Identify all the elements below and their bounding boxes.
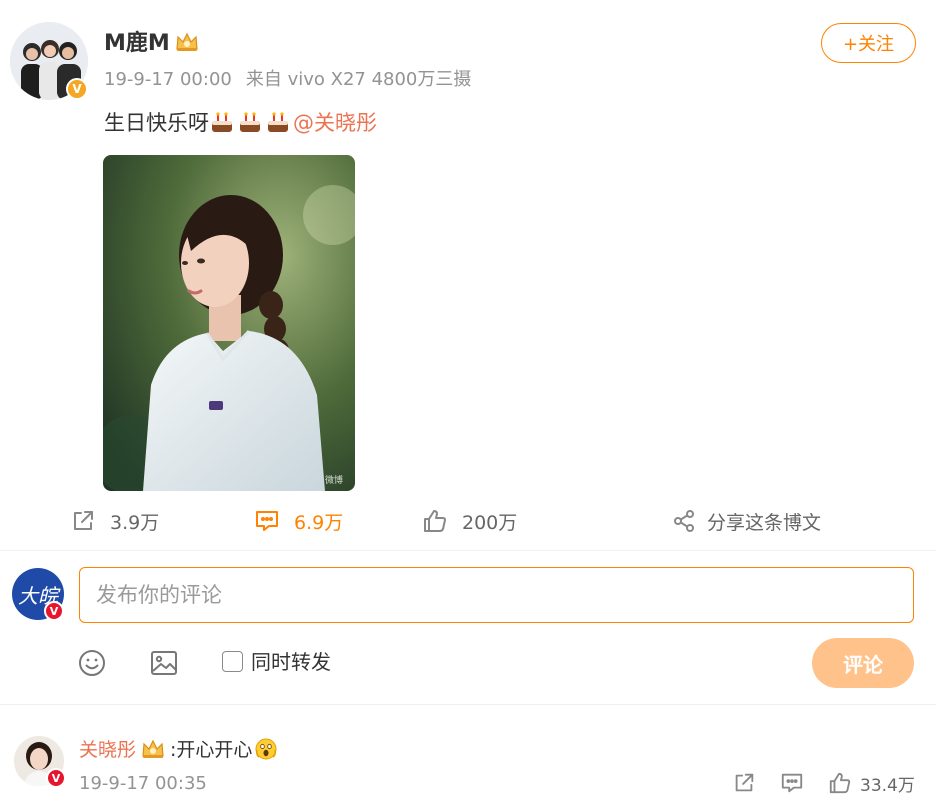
photo-watermark: 微博 (325, 474, 343, 486)
mention-link[interactable]: @关晓彤 (293, 111, 377, 135)
comment-count: 6.9万 (294, 511, 344, 534)
poster-name-row[interactable]: M鹿M (104, 30, 200, 58)
share-button[interactable]: 分享这条博文 (671, 504, 821, 538)
divider (0, 704, 936, 705)
reply-repost-button[interactable] (732, 770, 756, 796)
follow-button[interactable]: +关注 (821, 23, 916, 63)
emoji-icon[interactable] (77, 648, 107, 678)
reply-text: :开心开心 (170, 739, 253, 761)
reply-like-button[interactable]: 33.4万 (828, 770, 915, 796)
repost-button[interactable]: 3.9万 (70, 504, 159, 538)
crown-icon (142, 739, 164, 758)
sync-repost-label[interactable]: 同时转发 (251, 649, 331, 675)
post-text-main: 生日快乐呀 (104, 111, 209, 135)
post-meta: 19-9-17 00:00 来自 vivo X27 4800万三摄 (104, 68, 471, 92)
comment-input[interactable] (79, 567, 914, 623)
share-icon (674, 510, 694, 532)
reply-content: 关晓彤 :开心开心 (79, 737, 278, 763)
sync-repost-checkbox[interactable] (222, 651, 243, 672)
verified-badge: V (44, 601, 64, 621)
reply-username[interactable]: 关晓彤 (79, 739, 136, 761)
scream-icon (255, 738, 277, 760)
verified-badge: V (66, 78, 88, 100)
cake-icon (212, 112, 232, 132)
post-text: 生日快乐呀 @关晓彤 (104, 108, 377, 138)
repost-icon (735, 773, 754, 792)
post-photo[interactable]: 微博 (103, 155, 355, 491)
cake-icon (268, 112, 288, 132)
post-time[interactable]: 19-9-17 00:00 (104, 69, 232, 90)
reply-comment-button[interactable] (780, 770, 804, 796)
comment-icon (256, 511, 278, 531)
repost-count: 3.9万 (110, 511, 160, 534)
submit-comment-button[interactable]: 评论 (812, 638, 914, 688)
verified-badge: V (46, 768, 66, 788)
repost-icon (74, 511, 93, 530)
poster-username[interactable]: M鹿M (104, 31, 170, 56)
like-button[interactable]: 200万 (422, 504, 517, 538)
divider (0, 550, 936, 551)
reply-time: 19-9-17 00:35 (79, 773, 207, 794)
crown-icon (176, 32, 198, 51)
comment-icon (781, 773, 803, 793)
image-icon[interactable] (149, 648, 179, 678)
reply-like-count: 33.4万 (860, 775, 915, 796)
like-icon (829, 772, 851, 794)
share-label: 分享这条博文 (707, 511, 822, 534)
post-source: 来自 vivo X27 4800万三摄 (245, 69, 472, 90)
cake-icon (240, 112, 260, 132)
like-count: 200万 (462, 511, 518, 534)
like-icon (424, 510, 446, 532)
comment-button[interactable]: 6.9万 (254, 504, 343, 538)
